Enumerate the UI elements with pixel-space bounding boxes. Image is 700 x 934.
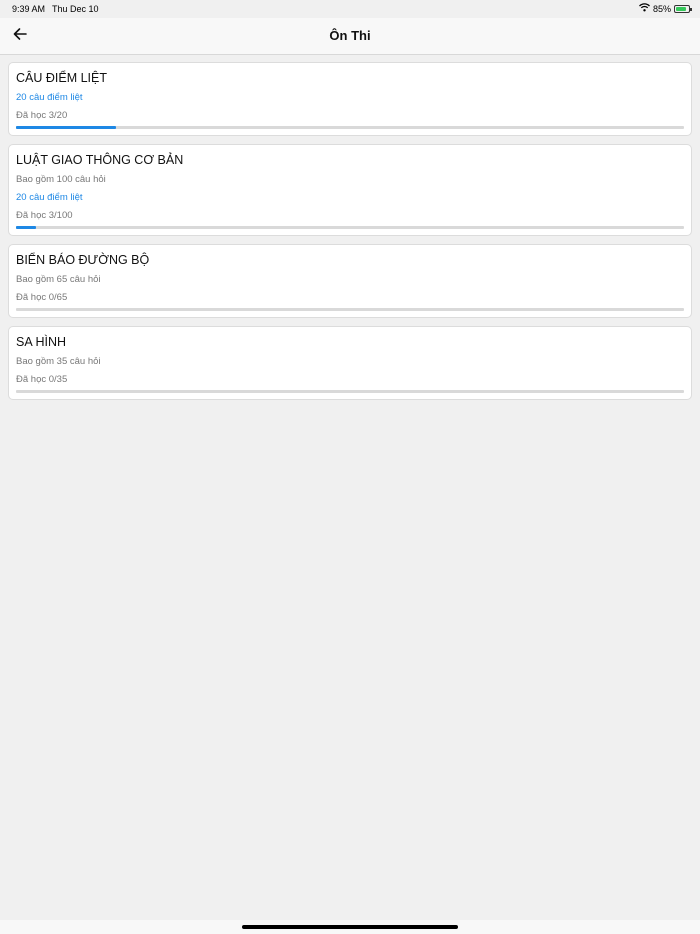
- progress-fill: [16, 126, 117, 129]
- section-highlight: 20 câu điểm liệt: [16, 192, 83, 203]
- section-card-bien-bao[interactable]: BIỂN BÁO ĐƯỜNG BỘ Bao gồm 65 câu hỏi Đã …: [8, 244, 692, 318]
- progress-fill: [16, 226, 37, 229]
- progress-bar: [16, 226, 684, 229]
- progress-bar: [16, 390, 684, 393]
- section-title: CÂU ĐIỂM LIỆT: [16, 71, 107, 85]
- status-date: Thu Dec 10: [52, 4, 99, 14]
- bottom-bar: [0, 920, 700, 934]
- wifi-icon: [639, 3, 650, 14]
- section-card-sa-hinh[interactable]: SA HÌNH Bao gồm 35 câu hỏi Đã học 0/35: [8, 326, 692, 400]
- navigation-bar: Ôn Thi: [0, 18, 700, 55]
- progress-label: Đã học 0/65: [16, 292, 68, 303]
- home-indicator[interactable]: [242, 925, 458, 929]
- progress-bar: [16, 126, 684, 129]
- section-highlight: 20 câu điểm liệt: [16, 92, 83, 103]
- progress-bar: [16, 308, 684, 311]
- progress-label: Đã học 3/20: [16, 110, 68, 121]
- section-title: LUẬT GIAO THÔNG CƠ BẢN: [16, 153, 184, 167]
- section-subtitle: Bao gồm 35 câu hỏi: [16, 356, 101, 367]
- progress-label: Đã học 3/100: [16, 210, 73, 221]
- section-card-luat-giao-thong[interactable]: LUẬT GIAO THÔNG CƠ BẢN Bao gồm 100 câu h…: [8, 144, 692, 236]
- status-indicators: 85%: [639, 3, 692, 14]
- battery-percent: 85%: [652, 3, 671, 14]
- progress-label: Đã học 0/35: [16, 374, 68, 385]
- status-bar: 9:39 AM Thu Dec 10 85%: [0, 0, 700, 18]
- section-title: BIỂN BÁO ĐƯỜNG BỘ: [16, 253, 150, 267]
- battery-icon: [674, 4, 692, 13]
- section-list: CÂU ĐIỂM LIỆT 20 câu điểm liệt Đã học 3/…: [8, 62, 692, 408]
- section-title: SA HÌNH: [16, 335, 67, 349]
- section-subtitle: Bao gồm 65 câu hỏi: [16, 274, 101, 285]
- status-time: 9:39 AM: [12, 4, 46, 14]
- section-subtitle: Bao gồm 100 câu hỏi: [16, 174, 106, 185]
- page-title: Ôn Thi: [329, 28, 371, 43]
- battery-level: [676, 6, 687, 11]
- section-card-diem-liet[interactable]: CÂU ĐIỂM LIỆT 20 câu điểm liệt Đã học 3/…: [8, 62, 692, 136]
